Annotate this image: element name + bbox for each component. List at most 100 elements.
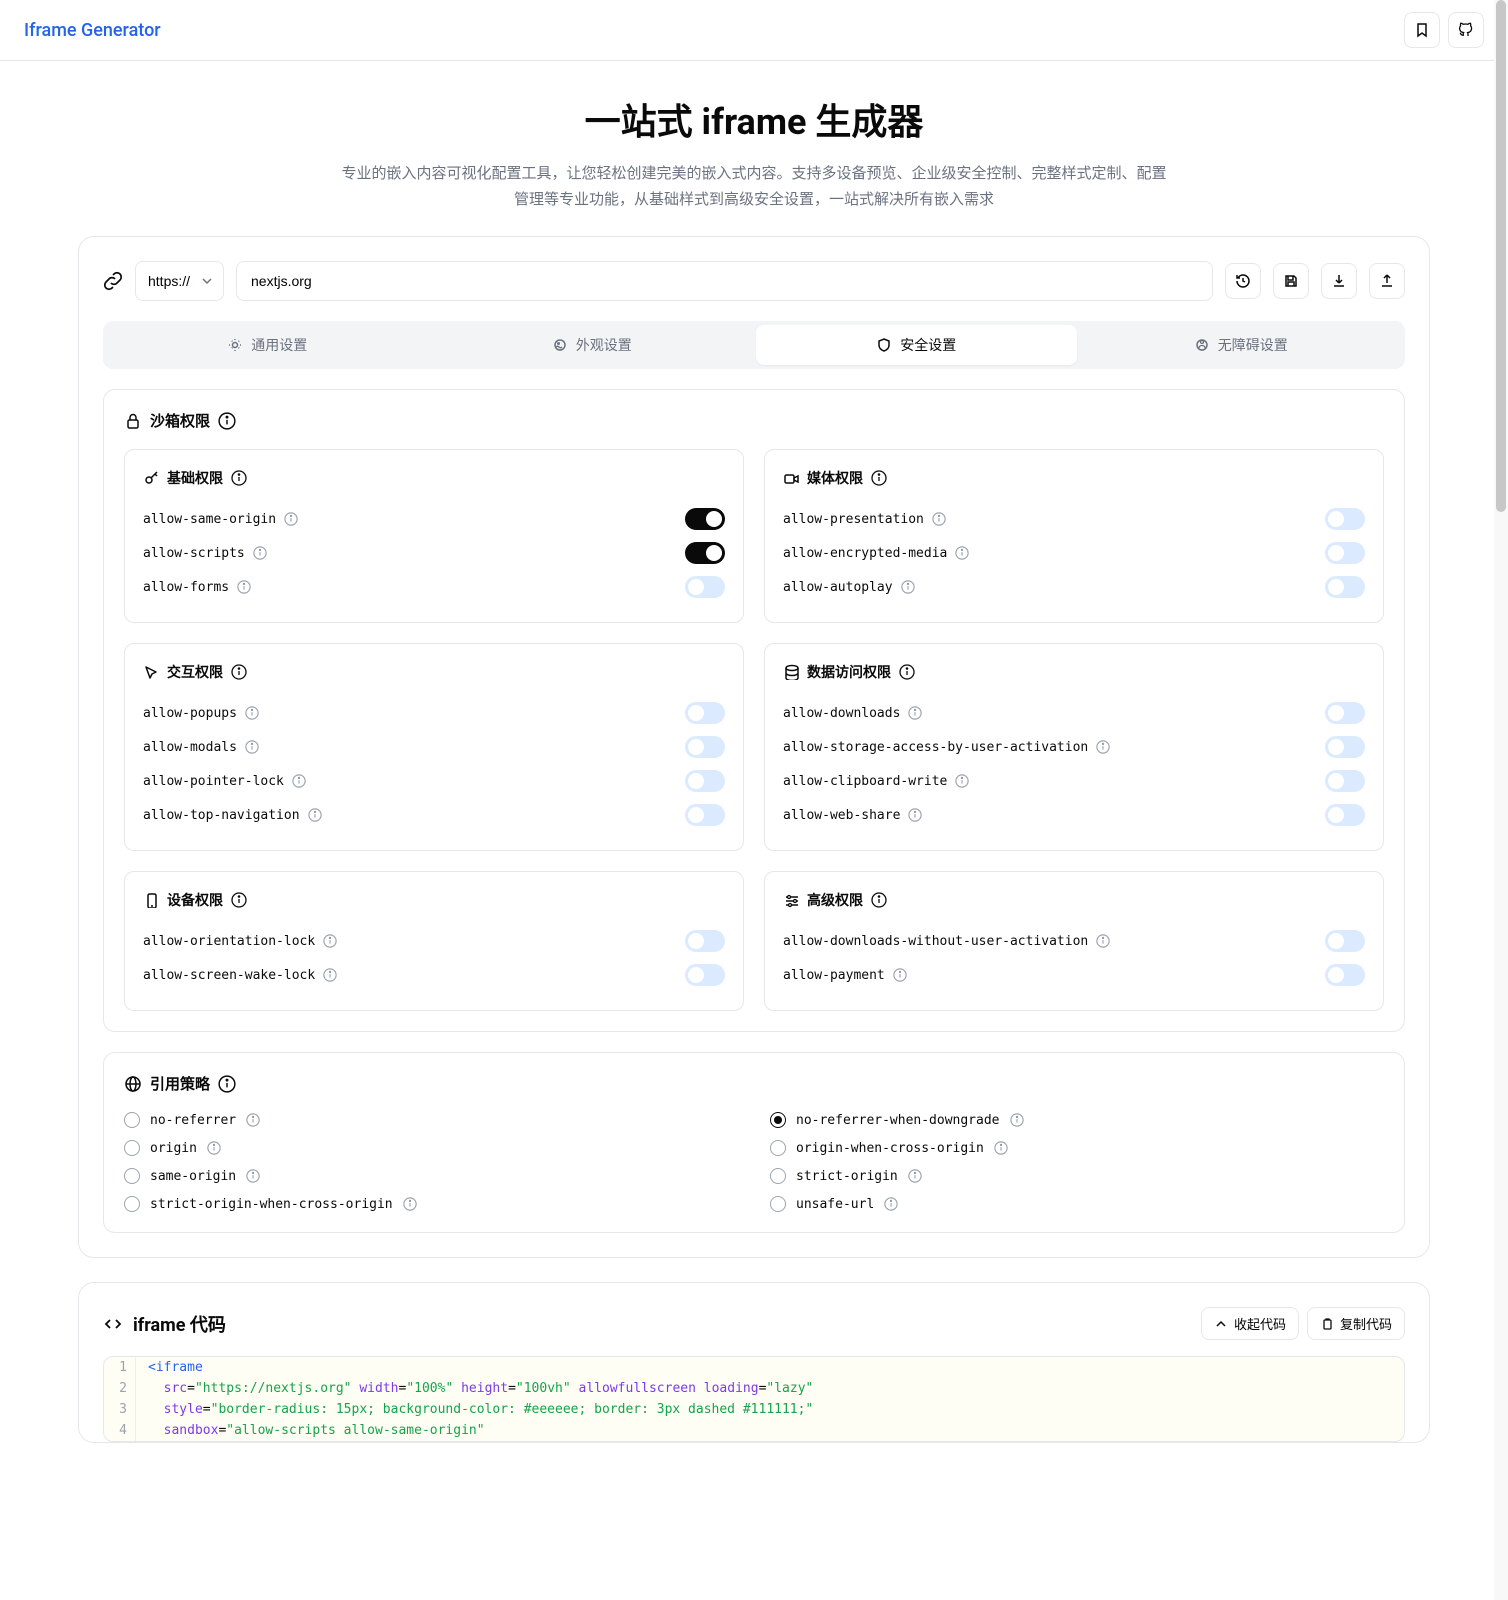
toggle-allow-orientation-lock[interactable]	[685, 930, 725, 952]
toggle-allow-popups[interactable]	[685, 702, 725, 724]
url-input[interactable]	[236, 261, 1213, 301]
scrollbar-thumb[interactable]	[1496, 0, 1506, 512]
scrollbar[interactable]	[1494, 0, 1508, 1600]
referrer-option[interactable]: origin-when-cross-origin	[770, 1140, 1384, 1156]
info-icon[interactable]	[1096, 934, 1110, 948]
collapse-code-button[interactable]: 收起代码	[1201, 1307, 1299, 1340]
copy-label: 复制代码	[1340, 1314, 1392, 1333]
toggle-allow-web-share[interactable]	[1325, 804, 1365, 826]
info-icon[interactable]	[893, 968, 907, 982]
perm-row: allow-payment	[783, 958, 1365, 992]
info-icon[interactable]	[245, 706, 259, 720]
hero: 一站式 iframe 生成器 专业的嵌入内容可视化配置工具，让您轻松创建完美的嵌…	[314, 61, 1194, 236]
tab-icon	[1194, 337, 1210, 353]
info-icon[interactable]	[284, 512, 298, 526]
github-button[interactable]	[1448, 12, 1484, 48]
info-icon[interactable]	[932, 512, 946, 526]
bookmark-button[interactable]	[1404, 12, 1440, 48]
brand-link[interactable]: Iframe Generator	[24, 20, 161, 41]
perm-group: 高级权限allow-downloads-without-user-activat…	[764, 871, 1384, 1011]
toggle-allow-storage-access-by-user-activation[interactable]	[1325, 736, 1365, 758]
info-icon[interactable]	[908, 1169, 922, 1183]
toggle-allow-pointer-lock[interactable]	[685, 770, 725, 792]
info-icon[interactable]	[246, 1169, 260, 1183]
info-icon[interactable]	[884, 1197, 898, 1211]
radio[interactable]	[770, 1112, 786, 1128]
referrer-option[interactable]: no-referrer	[124, 1112, 738, 1128]
toggle-allow-encrypted-media[interactable]	[1325, 542, 1365, 564]
toggle-allow-presentation[interactable]	[1325, 508, 1365, 530]
bookmark-icon	[1414, 22, 1430, 38]
history-button[interactable]	[1225, 263, 1261, 299]
referrer-option[interactable]: strict-origin	[770, 1168, 1384, 1184]
radio[interactable]	[124, 1112, 140, 1128]
toggle-allow-clipboard-write[interactable]	[1325, 770, 1365, 792]
info-icon[interactable]	[908, 808, 922, 822]
tab-0[interactable]: 通用设置	[107, 325, 428, 365]
referrer-option[interactable]: unsafe-url	[770, 1196, 1384, 1212]
info-icon[interactable]	[1096, 740, 1110, 754]
perm-row: allow-screen-wake-lock	[143, 958, 725, 992]
info-icon[interactable]	[323, 934, 337, 948]
toggle-allow-scripts[interactable]	[685, 542, 725, 564]
info-icon[interactable]	[253, 546, 267, 560]
code-block: 1<iframe2 src="https://nextjs.org" width…	[103, 1356, 1405, 1442]
referrer-option[interactable]: strict-origin-when-cross-origin	[124, 1196, 738, 1212]
referrer-option[interactable]: origin	[124, 1140, 738, 1156]
referrer-option[interactable]: same-origin	[124, 1168, 738, 1184]
tab-3[interactable]: 无障碍设置	[1081, 325, 1402, 365]
info-icon[interactable]	[955, 546, 969, 560]
radio[interactable]	[770, 1196, 786, 1212]
info-icon[interactable]	[908, 706, 922, 720]
info-icon[interactable]	[246, 1113, 260, 1127]
radio-label: same-origin	[150, 1169, 236, 1184]
perm-row: allow-downloads	[783, 696, 1365, 730]
toggle-allow-top-navigation[interactable]	[685, 804, 725, 826]
info-icon[interactable]	[899, 664, 915, 680]
info-icon[interactable]	[231, 892, 247, 908]
toggle-allow-downloads-without-user-activation[interactable]	[1325, 930, 1365, 952]
info-icon[interactable]	[245, 740, 259, 754]
info-icon[interactable]	[207, 1141, 221, 1155]
tab-1[interactable]: 外观设置	[432, 325, 753, 365]
info-icon[interactable]	[231, 664, 247, 680]
info-icon[interactable]	[218, 1075, 236, 1093]
radio[interactable]	[770, 1168, 786, 1184]
radio[interactable]	[770, 1140, 786, 1156]
info-icon[interactable]	[231, 470, 247, 486]
download-button[interactable]	[1321, 263, 1357, 299]
toggle-allow-modals[interactable]	[685, 736, 725, 758]
share-button[interactable]	[1369, 263, 1405, 299]
info-icon[interactable]	[955, 774, 969, 788]
info-icon[interactable]	[323, 968, 337, 982]
info-icon[interactable]	[308, 808, 322, 822]
radio-label: unsafe-url	[796, 1197, 874, 1212]
protocol-select[interactable]: https://	[135, 261, 224, 301]
toggle-allow-payment[interactable]	[1325, 964, 1365, 986]
perm-group-title: 交互权限	[143, 662, 725, 682]
radio[interactable]	[124, 1140, 140, 1156]
info-icon[interactable]	[403, 1197, 417, 1211]
toggle-allow-same-origin[interactable]	[685, 508, 725, 530]
info-icon[interactable]	[994, 1141, 1008, 1155]
info-icon[interactable]	[871, 892, 887, 908]
save-icon	[1283, 273, 1299, 289]
save-button[interactable]	[1273, 263, 1309, 299]
info-icon[interactable]	[218, 412, 236, 430]
toggle-allow-downloads[interactable]	[1325, 702, 1365, 724]
toggle-allow-screen-wake-lock[interactable]	[685, 964, 725, 986]
info-icon[interactable]	[1010, 1113, 1024, 1127]
code-actions: 收起代码 复制代码	[1201, 1307, 1405, 1340]
info-icon[interactable]	[871, 470, 887, 486]
radio[interactable]	[124, 1196, 140, 1212]
tab-label: 通用设置	[251, 335, 307, 355]
toggle-allow-forms[interactable]	[685, 576, 725, 598]
toggle-allow-autoplay[interactable]	[1325, 576, 1365, 598]
radio[interactable]	[124, 1168, 140, 1184]
info-icon[interactable]	[901, 580, 915, 594]
tab-2[interactable]: 安全设置	[756, 325, 1077, 365]
referrer-option[interactable]: no-referrer-when-downgrade	[770, 1112, 1384, 1128]
info-icon[interactable]	[237, 580, 251, 594]
info-icon[interactable]	[292, 774, 306, 788]
copy-code-button[interactable]: 复制代码	[1307, 1307, 1405, 1340]
